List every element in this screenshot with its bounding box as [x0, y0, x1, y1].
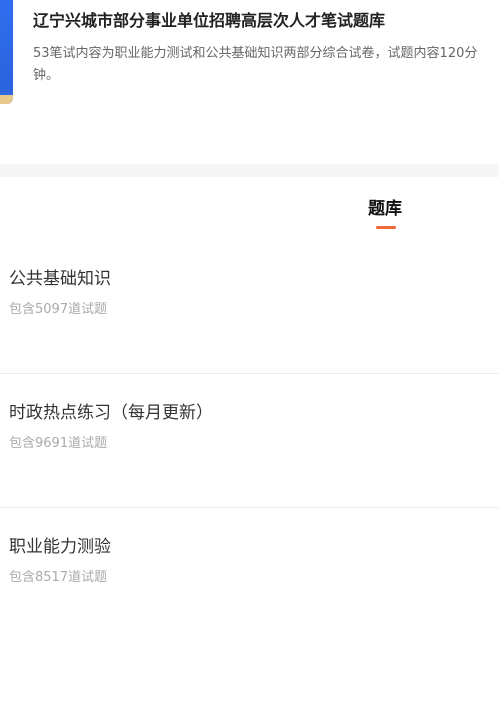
tab-label: 题库 [368, 199, 402, 219]
page: 辽宁兴城市部分事业单位招聘高层次人才笔试题库 53笔试内容为职业能力测试和公共基… [0, 0, 499, 710]
exam-title: 辽宁兴城市部分事业单位招聘高层次人才笔试题库 [33, 11, 386, 30]
question-bank-list: 公共基础知识 包含5097道试题 时政热点练习（每月更新） 包含9691道试题 … [0, 240, 499, 641]
cover-decoration [0, 95, 13, 104]
exam-header-card[interactable]: 辽宁兴城市部分事业单位招聘高层次人才笔试题库 53笔试内容为职业能力测试和公共基… [0, 0, 499, 124]
active-tab-indicator [376, 226, 396, 229]
bank-question-count: 包含8517道试题 [9, 570, 108, 585]
bank-name: 时政热点练习（每月更新） [9, 403, 213, 423]
exam-description: 53笔试内容为职业能力测试和公共基础知识两部分综合试卷，试题内容120分钟。 [33, 46, 478, 83]
bank-name: 公共基础知识 [9, 269, 111, 289]
bank-question-count: 包含9691道试题 [9, 436, 108, 451]
list-item[interactable]: 时政热点练习（每月更新） 包含9691道试题 [0, 374, 499, 508]
bank-name: 职业能力测验 [9, 537, 111, 557]
list-item[interactable]: 公共基础知识 包含5097道试题 [0, 240, 499, 374]
bank-question-count: 包含5097道试题 [9, 302, 108, 317]
list-item[interactable]: 职业能力测验 包含8517道试题 [0, 508, 499, 641]
tab-question-bank[interactable]: 题库 [355, 196, 415, 232]
section-divider [0, 164, 499, 177]
exam-cover-image [0, 0, 13, 104]
